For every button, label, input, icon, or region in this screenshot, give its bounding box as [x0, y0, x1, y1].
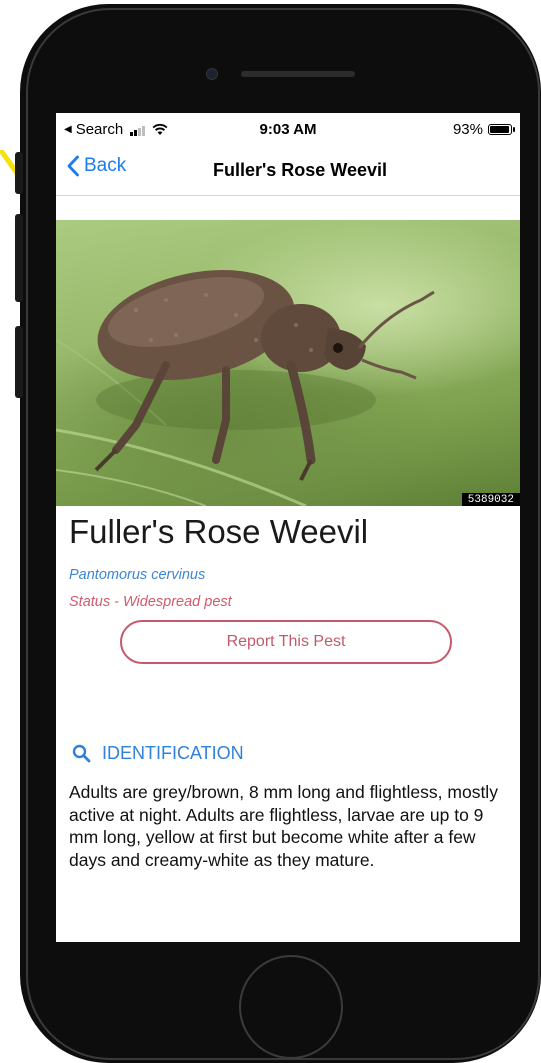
front-camera: [206, 68, 218, 80]
earpiece-speaker: [241, 71, 355, 77]
pest-photo: 5389032: [56, 220, 520, 506]
volume-up-button: [15, 214, 23, 302]
battery-percent: 93%: [452, 121, 483, 138]
search-icon: [72, 744, 91, 763]
volume-down-button: [15, 326, 23, 398]
status-battery: 93%: [452, 121, 515, 138]
home-button[interactable]: [239, 955, 343, 1059]
identification-header[interactable]: IDENTIFICATION: [72, 743, 244, 764]
status-bar: ◀ Search 9:03 AM 93%: [56, 113, 520, 147]
identification-header-label: IDENTIFICATION: [102, 743, 244, 763]
battery-icon: [488, 124, 515, 135]
nav-title: Fuller's Rose Weevil: [56, 160, 520, 181]
mute-switch: [15, 152, 23, 194]
nav-title-text: Fuller's Rose Weevil: [212, 160, 387, 180]
report-pest-button[interactable]: Report This Pest: [120, 620, 452, 664]
pest-name-heading: Fuller's Rose Weevil: [69, 513, 369, 550]
weevil-image: [56, 270, 435, 506]
identification-text: Adults are grey/brown, 8 mm long and fli…: [69, 782, 498, 870]
status-time: 9:03 AM: [259, 121, 317, 138]
navigation-bar: Back Fuller's Rose Weevil: [56, 147, 520, 196]
battery-fill: [490, 126, 509, 133]
scientific-name: Pantomorus cervinus: [69, 567, 206, 583]
pest-status: Status - Widespread pest: [69, 594, 232, 610]
photo-id-label: 5389032: [461, 493, 520, 506]
app-screen: ◀ Search 9:03 AM 93% Back Fuller's Rose …: [56, 113, 520, 942]
